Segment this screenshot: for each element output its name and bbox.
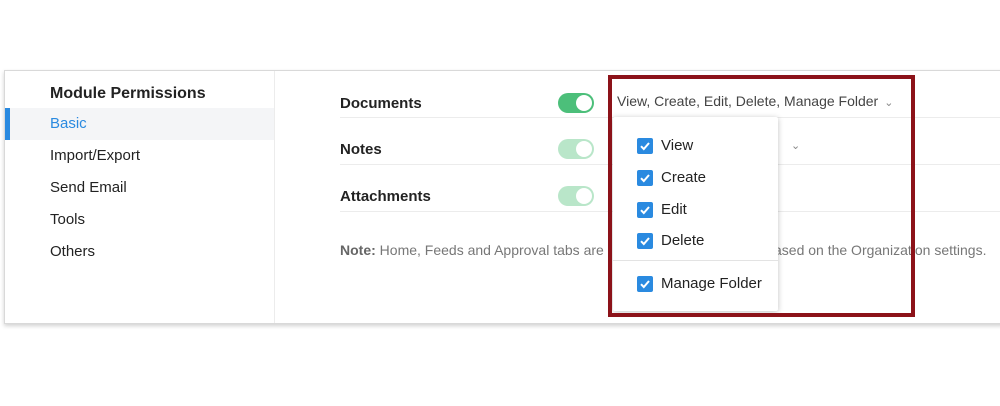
dropdown-divider <box>613 260 778 261</box>
option-label: Edit <box>661 201 687 218</box>
option-manage-folder[interactable]: Manage Folder <box>613 268 778 300</box>
sidebar-item-basic[interactable]: Basic <box>5 108 274 140</box>
permissions-panel: Module Permissions Basic Import/Export S… <box>4 70 1000 324</box>
toggle-knob <box>576 141 592 157</box>
sidebar-item-send-email[interactable]: Send Email <box>5 172 274 204</box>
checkbox-checked-icon[interactable] <box>637 138 653 154</box>
sidebar-item-others[interactable]: Others <box>5 236 274 268</box>
notes-label: Notes <box>340 141 382 158</box>
checkbox-checked-icon[interactable] <box>637 170 653 186</box>
toggle-knob <box>576 188 592 204</box>
option-label: Manage Folder <box>661 275 762 292</box>
sidebar-item-tools[interactable]: Tools <box>5 204 274 236</box>
permissions-dropdown: View Create Edit Delete Manage Folder <box>613 117 778 311</box>
chevron-down-icon[interactable]: ⌄ <box>791 139 800 152</box>
option-label: Delete <box>661 232 705 249</box>
option-create[interactable]: Create <box>613 162 778 194</box>
attachments-toggle[interactable] <box>558 186 594 206</box>
checkbox-checked-icon[interactable] <box>637 202 653 218</box>
documents-permission-value: View, Create, Edit, Delete, Manage Folde… <box>617 93 879 109</box>
documents-permission-select[interactable]: View, Create, Edit, Delete, Manage Folde… <box>617 93 893 109</box>
checkbox-checked-icon[interactable] <box>637 233 653 249</box>
documents-toggle[interactable] <box>558 93 594 113</box>
note-tail: ased on the Organization settings. <box>774 242 987 258</box>
option-edit[interactable]: Edit <box>613 194 778 226</box>
note-body: Home, Feeds and Approval tabs are <box>375 242 604 258</box>
chevron-down-icon: ⌄ <box>884 97 894 109</box>
option-label: Create <box>661 169 707 186</box>
option-delete[interactable]: Delete <box>613 225 778 257</box>
option-label: View <box>661 137 694 154</box>
note-text: Note: Home, Feeds and Approval tabs are <box>340 242 604 258</box>
attachments-label: Attachments <box>340 188 431 205</box>
note-label: Note: <box>340 242 376 258</box>
toggle-knob <box>576 95 592 111</box>
option-view[interactable]: View <box>613 130 778 162</box>
documents-label: Documents <box>340 95 422 112</box>
sidebar-item-import-export[interactable]: Import/Export <box>5 140 274 172</box>
sidebar-title: Module Permissions <box>50 85 206 102</box>
sidebar: Module Permissions Basic Import/Export S… <box>5 71 275 323</box>
checkbox-checked-icon[interactable] <box>637 276 653 292</box>
notes-toggle[interactable] <box>558 139 594 159</box>
